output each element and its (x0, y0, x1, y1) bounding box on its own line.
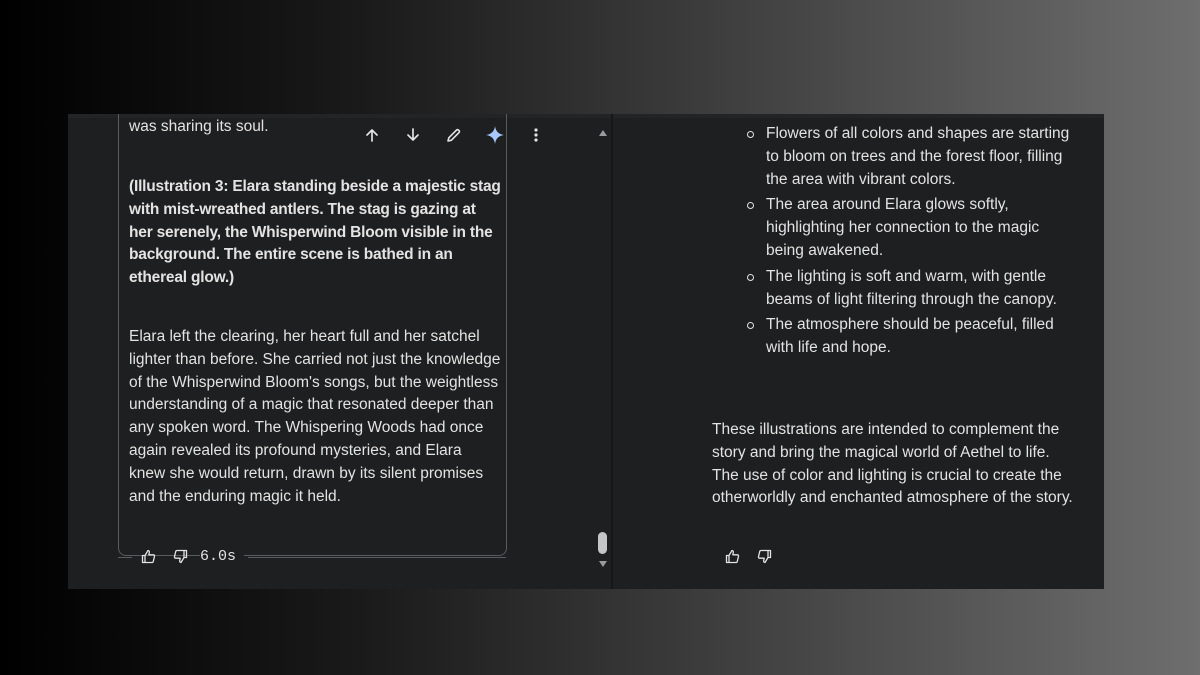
closing-paragraph: These illustrations are intended to comp… (712, 421, 1073, 507)
story-paragraph: Elara left the clearing, her heart full … (129, 328, 501, 505)
app-window: was sharing its soul. (Illustration 3: E… (68, 114, 1104, 589)
bullet-icon (747, 322, 754, 330)
list-item-text: The atmosphere should be peaceful, fille… (766, 316, 1054, 357)
pencil-icon (447, 128, 461, 142)
bad-response-button[interactable] (164, 545, 196, 567)
scroll-down-icon[interactable] (598, 559, 608, 569)
move-down-button[interactable] (392, 122, 433, 148)
sparkle-icon (485, 126, 504, 144)
more-options-button[interactable] (515, 122, 556, 148)
illustration-caption: (Illustration 3: Elara standing beside a… (129, 178, 501, 287)
response-card: was sharing its soul. (Illustration 3: E… (118, 114, 538, 556)
bad-response-button[interactable] (748, 545, 780, 567)
illustration-details-list: Flowers of all colors and shapes are sta… (743, 123, 1073, 363)
thumb-down-icon (173, 549, 187, 563)
list-item: The area around Elara glows softly, high… (743, 194, 1073, 262)
right-chat-pane: Flowers of all colors and shapes are sta… (613, 114, 1104, 589)
response-time: 6.0s (200, 547, 245, 565)
rerun-with-gemini-button[interactable] (474, 122, 515, 148)
card-footer-line-left (118, 557, 132, 558)
edit-button[interactable] (433, 122, 474, 148)
list-item: Flowers of all colors and shapes are sta… (743, 123, 1073, 191)
arrow-down-icon (406, 128, 419, 141)
good-response-button[interactable] (716, 545, 748, 567)
bullet-icon (747, 131, 754, 138)
scrollbar[interactable] (595, 114, 611, 589)
bullet-icon (747, 202, 754, 210)
more-vert-icon (533, 128, 538, 142)
list-item-text: The area around Elara glows softly, high… (766, 196, 1040, 259)
scroll-thumb[interactable] (598, 532, 607, 554)
good-response-button[interactable] (132, 545, 164, 567)
list-item: The lighting is soft and warm, with gent… (743, 266, 1073, 312)
scroll-up-icon[interactable] (598, 128, 608, 138)
message-toolbar (351, 122, 556, 148)
bullet-icon (747, 273, 754, 281)
response-feedback-bar: 6.0s (132, 545, 245, 567)
arrow-up-icon (365, 129, 378, 142)
left-chat-pane: was sharing its soul. (Illustration 3: E… (68, 114, 588, 589)
list-item: The atmosphere should be peaceful, fille… (743, 314, 1073, 360)
card-footer-line (248, 557, 506, 558)
thumb-down-icon (757, 549, 771, 563)
list-item-text: Flowers of all colors and shapes are sta… (766, 125, 1070, 188)
move-up-button[interactable] (351, 122, 392, 148)
list-item-text: The lighting is soft and warm, with gent… (766, 267, 1057, 308)
thumb-up-icon (141, 549, 155, 563)
thumb-up-icon (725, 549, 739, 563)
response-feedback-bar (716, 545, 780, 567)
